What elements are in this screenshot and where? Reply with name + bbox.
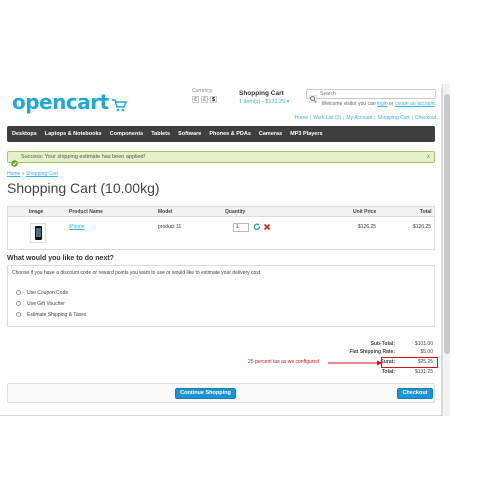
menu-item-components[interactable]: Components (110, 131, 144, 137)
breadcrumb: Home » Shopping Cart (7, 171, 58, 177)
coupon-label[interactable]: Use Coupon Code (27, 290, 68, 296)
link-account[interactable]: My Account (346, 115, 372, 121)
welcome-or: or (387, 101, 395, 107)
voucher-label[interactable]: Use Gift Voucher (27, 301, 65, 307)
shipping-radio[interactable] (16, 312, 21, 317)
opencart-logo[interactable]: opencart (12, 92, 127, 112)
annotation-arrow-icon (328, 360, 383, 366)
alert-text: Success: Your shipping estimate has been… (21, 154, 146, 160)
menu-item-cameras[interactable]: Cameras (259, 131, 282, 137)
product-total: $126.25 (413, 224, 432, 230)
main-menu: Desktops Laptops & Notebooks Components … (7, 126, 435, 142)
search-box[interactable] (306, 89, 436, 104)
currency-pound-button[interactable]: £ (201, 96, 208, 103)
header-cart-summary[interactable]: 1 item(s) - $131.25 ▾ (239, 99, 289, 105)
total-value: $131.25 (414, 369, 433, 375)
page-title: Shopping Cart (10.00kg) (7, 180, 160, 196)
next-options-box: Choose if you have a discount code or re… (7, 265, 435, 327)
welcome-suffix: . (434, 101, 436, 107)
menu-item-software[interactable]: Software (178, 131, 201, 137)
shipping-label[interactable]: Estimate Shipping & Taxes (27, 312, 86, 318)
link-wishlist[interactable]: Wish List (0) (313, 115, 341, 121)
link-checkout[interactable]: Checkout (415, 115, 436, 121)
currency-euro-button[interactable]: € (192, 96, 199, 103)
check-circle-icon (11, 154, 18, 167)
logo-text: opencart (12, 90, 109, 114)
register-link[interactable]: create an account (395, 101, 435, 107)
header-cart[interactable]: Shopping Cart 1 item(s) - $131.25 ▾ (239, 90, 289, 105)
header-total: Total (420, 209, 432, 215)
annotation-text: 25 percent tax as we configured (248, 359, 319, 365)
shipping-row: Flat Shipping Rate: $5.00 (300, 349, 435, 357)
subtotal-row: Sub-Total: $101.00 (300, 341, 435, 349)
next-description: Choose if you have a discount code or re… (12, 270, 262, 276)
top-links: Home | Wish List (0) | My Account | Shopping C… (294, 115, 436, 121)
menu-item-phones[interactable]: Phones & PDAs (209, 131, 251, 137)
breadcrumb-current[interactable]: Shopping Cart (26, 171, 58, 177)
currency-selector: Currency € £ $ (192, 88, 217, 103)
subtotal-value: $101.00 (414, 341, 433, 347)
checkout-button[interactable]: Checkout (397, 388, 433, 399)
menu-item-desktops[interactable]: Desktops (12, 131, 37, 137)
header-cart-title: Shopping Cart (239, 90, 284, 97)
refresh-icon[interactable] (253, 223, 261, 231)
login-link[interactable]: login (377, 101, 388, 107)
currency-dollar-button[interactable]: $ (210, 96, 217, 103)
header-product-name: Product Name (69, 209, 103, 215)
close-icon[interactable]: x (427, 154, 430, 160)
product-unit-price: $126.25 (358, 224, 377, 230)
search-icon[interactable] (308, 90, 318, 104)
product-name-link[interactable]: iPhone (69, 224, 85, 230)
continue-shopping-button[interactable]: Continue Shopping (175, 388, 236, 399)
header-model: Model (158, 209, 173, 215)
header-unit-price: Unit Price (353, 209, 377, 215)
quantity-input[interactable]: 1 (233, 223, 249, 232)
menu-item-mp3[interactable]: MP3 Players (290, 131, 322, 137)
success-alert: Success: Your shipping estimate has been… (7, 151, 435, 167)
next-section-title: What would you like to do next? (7, 255, 114, 262)
header-image: Image (29, 209, 44, 215)
product-model: product 11 (158, 224, 182, 230)
voucher-radio[interactable] (16, 301, 21, 306)
cart-logo-icon (111, 98, 127, 112)
search-input[interactable] (320, 91, 430, 97)
total-label: Total: (381, 369, 395, 375)
remove-icon[interactable] (263, 223, 271, 231)
scrollbar[interactable] (442, 84, 450, 416)
total-row: Total: $131.25 (300, 369, 435, 377)
table-header: Image Product Name Model Quantity Unit P… (8, 207, 434, 217)
cart-table: Image Product Name Model Quantity Unit P… (7, 206, 435, 250)
currency-label: Currency (192, 88, 213, 94)
shipping-rate-label: Flat Shipping Rate: (349, 349, 395, 355)
menu-item-laptops[interactable]: Laptops & Notebooks (45, 131, 102, 137)
menu-item-tablets[interactable]: Tablets (151, 131, 170, 137)
iphone-image (35, 226, 42, 240)
link-home[interactable]: Home (295, 115, 308, 121)
subtotal-label: Sub-Total: (370, 341, 395, 347)
breadcrumb-home[interactable]: Home (7, 171, 20, 177)
header-quantity: Quantity (225, 209, 246, 215)
table-row: iPhone product 11 1 $126.25 $126.25 (8, 218, 434, 249)
product-thumbnail[interactable] (30, 223, 46, 243)
welcome-text: Welcome visitor you can login or create … (296, 101, 436, 107)
link-cart[interactable]: Shopping Cart (378, 115, 410, 121)
shipping-rate-value: $5.00 (420, 349, 433, 355)
tax-highlight-box (381, 357, 438, 368)
welcome-prefix: Welcome visitor you can (321, 101, 378, 107)
coupon-radio[interactable] (16, 290, 21, 295)
scroll-thumb[interactable] (444, 94, 450, 354)
cart-buttons-bar: Continue Shopping Checkout (7, 383, 435, 403)
